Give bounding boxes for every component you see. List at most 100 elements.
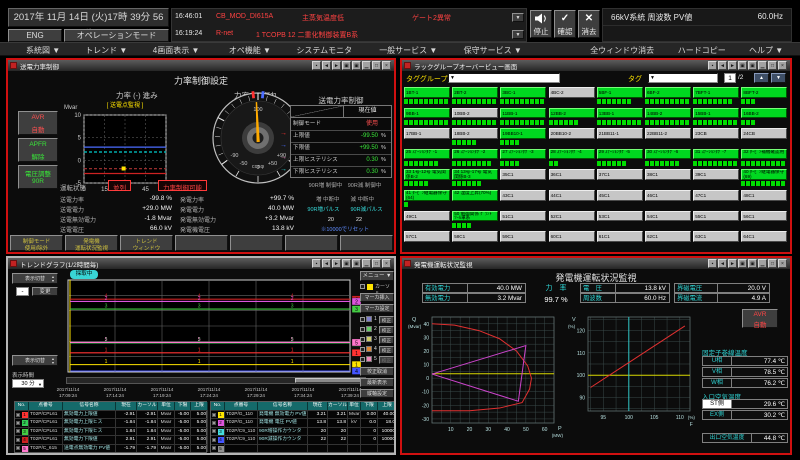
scale-value-field[interactable]: - xyxy=(16,287,29,296)
rack-cell[interactable]: 33 1号-12号 電気関係B-2 xyxy=(404,169,450,180)
rack-cell[interactable]: 56C1 xyxy=(741,211,787,222)
window-close-button[interactable]: × xyxy=(382,61,391,70)
window-titlebar[interactable]: トレンドグラフ(1/2時間毎)▪◄►▣▣▁□× xyxy=(8,258,394,269)
window-forward-button[interactable]: ► xyxy=(728,61,737,70)
rack-cell[interactable]: 37C1 xyxy=(597,169,643,180)
rack-cell[interactable]: 18BB-2 xyxy=(452,128,498,139)
rack-cell[interactable]: 61C1 xyxy=(597,231,643,242)
pf-bottom-button-7[interactable] xyxy=(340,235,393,251)
window-back-button[interactable]: ◄ xyxy=(718,259,727,268)
rack-cell[interactable]: 43C1 xyxy=(500,190,546,201)
menu-item-4[interactable]: オペ機能 ▼ xyxy=(229,45,271,56)
rack-cell[interactable]: 1BT-1 xyxy=(404,87,450,98)
rack-cell[interactable]: 64C1 xyxy=(741,231,787,242)
window-back-button[interactable]: ◄ xyxy=(322,61,331,70)
rack-cell[interactable]: 13BB-1 xyxy=(597,108,643,119)
rack-cell[interactable]: 63C1 xyxy=(693,231,739,242)
rack-cell[interactable]: 35C1 xyxy=(500,169,546,180)
trend-scrollbar-thumb[interactable] xyxy=(295,378,363,383)
pen-calibrate-button[interactable]: 校正 xyxy=(379,326,394,334)
window-maximize-button[interactable]: □ xyxy=(372,259,381,268)
scale-change-button[interactable]: 変更 xyxy=(32,287,58,296)
menu-right-item-0[interactable]: ヘルプ ▼ xyxy=(749,45,783,56)
pen-calibrate-button[interactable]: 校正 xyxy=(379,346,394,354)
pf-bottom-button-5[interactable] xyxy=(230,235,283,251)
pen-row-selector[interactable]: 2 xyxy=(15,418,29,426)
pen-visible-checkbox[interactable] xyxy=(360,327,365,332)
pen-row-selector[interactable]: 5 xyxy=(211,444,225,452)
rack-cell[interactable]: 8BFT-2 xyxy=(741,87,787,98)
pen-row-selector[interactable]: 3 xyxy=(15,427,29,435)
alarm-dropdown-button[interactable]: ▼ xyxy=(512,30,524,39)
menu-item-6[interactable]: 一般サービス ▼ xyxy=(379,45,437,56)
rack-cell[interactable]: 10BB-2 xyxy=(452,108,498,119)
window-titlebar[interactable]: 送電力率制御▪◄►▣▣▁□× xyxy=(8,60,394,71)
window-back-button[interactable]: ◄ xyxy=(322,259,331,268)
rack-cell[interactable]: 22BB11-2 xyxy=(645,128,691,139)
menu-right-item-1[interactable]: ハードコピー xyxy=(678,45,726,56)
rack-cell[interactable]: 6BF-2 xyxy=(645,87,691,98)
rack-cell[interactable]: 3BC-1 xyxy=(500,87,546,98)
rack-cell[interactable]: 41 ﾀｰﾋﾞﾝ継電器保守(64) xyxy=(404,190,450,201)
pf-side-button-3[interactable]: 電圧調整90R xyxy=(18,165,58,189)
rack-cell[interactable]: 5BF-1 xyxy=(597,87,643,98)
window-close-button[interactable]: × xyxy=(778,61,787,70)
trend-menu-button[interactable]: メニュー ▼ xyxy=(360,271,394,281)
rack-cell[interactable]: 12BB-2 xyxy=(549,108,595,119)
trend-chart[interactable]: 111122223333444455551111222234 xyxy=(66,279,366,375)
window-menu-button[interactable]: ▪ xyxy=(312,61,321,70)
pen-calibrate-button[interactable]: 校正 xyxy=(379,336,394,344)
rack-cell[interactable]: 50 制御関係 ｸﾞﾗﾝﾄﾞﾂｰﾙ車系 xyxy=(452,211,498,222)
rack-cell[interactable]: 9BB-1 xyxy=(404,108,450,119)
alarm-dropdown-button[interactable]: ▼ xyxy=(512,13,524,22)
rack-cell[interactable]: 31 ｽﾃｰｼｮﾝﾀｸﾞ-7 xyxy=(693,149,739,160)
pen-calibrate-button[interactable]: 校正 xyxy=(379,316,394,324)
tag-group-dropdown[interactable]: ▼ xyxy=(448,73,560,83)
window-maximize-button[interactable]: □ xyxy=(372,61,381,70)
rack-cell[interactable]: 32 ﾀｰﾋﾞﾝ補機確認用 xyxy=(741,149,787,160)
rack-cell[interactable]: 45C1 xyxy=(597,190,643,201)
rack-cell[interactable]: 15BB-1 xyxy=(693,108,739,119)
pen-row-selector[interactable]: 4 xyxy=(15,435,29,443)
scale-spinner-bottom[interactable]: 表示切替▲ ▼ xyxy=(12,355,58,366)
pen-row-selector[interactable]: 2 xyxy=(211,418,225,426)
rack-cell[interactable]: 34 13号-17号 電気関係B-3 xyxy=(452,169,498,180)
rack-cell[interactable]: 20BB10-2 xyxy=(549,128,595,139)
rack-cell[interactable]: 21BB11-1 xyxy=(597,128,643,139)
pen-checkbox[interactable] xyxy=(212,429,216,433)
rack-cell[interactable]: 58C1 xyxy=(452,231,498,242)
window-tile-button[interactable]: ▣ xyxy=(342,61,351,70)
window-tile2-button[interactable]: ▣ xyxy=(748,61,757,70)
marker-insert-button[interactable]: マーカ挿入 xyxy=(360,293,394,302)
pen-visible-checkbox[interactable] xyxy=(360,347,365,352)
tag-dropdown[interactable]: ▼ xyxy=(648,73,718,83)
window-minimize-button[interactable]: ▁ xyxy=(758,259,767,268)
window-back-button[interactable]: ◄ xyxy=(718,61,727,70)
stop-alarm-button[interactable]: 停止 xyxy=(530,10,552,38)
rack-cell[interactable]: 28 ｽﾃｰｼｮﾝﾀｸﾞ-4 xyxy=(549,149,595,160)
window-menu-button[interactable]: ▪ xyxy=(708,61,717,70)
rack-cell[interactable]: 53C1 xyxy=(597,211,643,222)
menu-item-2[interactable]: トレンド ▼ xyxy=(85,45,127,56)
page-up-button[interactable]: ▲ xyxy=(754,73,769,83)
page-down-button[interactable]: ▼ xyxy=(771,73,786,83)
pen-checkbox[interactable] xyxy=(16,429,20,433)
pf-bottom-button-4[interactable] xyxy=(175,235,228,251)
window-menu-button[interactable]: ▪ xyxy=(312,259,321,268)
rack-cell[interactable]: 51C1 xyxy=(500,211,546,222)
pen-checkbox[interactable] xyxy=(16,446,20,450)
rack-cell[interactable]: 24CB xyxy=(741,128,787,139)
rack-cell[interactable]: 39C1 xyxy=(693,169,739,180)
rack-cell[interactable]: 29 ｽﾃｰｼｮﾝﾀｸﾞ-5 xyxy=(597,149,643,160)
rack-cell[interactable]: 55C1 xyxy=(693,211,739,222)
pen-checkbox[interactable] xyxy=(212,446,216,450)
rack-cell[interactable]: 27 ｽﾃｰｼｮﾝﾀｸﾞ-3 xyxy=(500,149,546,160)
pf-bottom-button-1[interactable]: 制御モード使用/除外 xyxy=(10,235,63,251)
window-tile2-button[interactable]: ▣ xyxy=(352,61,361,70)
pen-checkbox[interactable] xyxy=(212,413,216,417)
window-minimize-button[interactable]: ▁ xyxy=(362,259,371,268)
scale-spinner-top[interactable]: 表示切替▲ ▼ xyxy=(12,273,58,284)
pen-calibrate-button[interactable]: 校正 xyxy=(379,356,394,364)
pf-bottom-button-2[interactable]: 発電機運転状況監視 xyxy=(65,235,118,251)
rack-cell[interactable]: 26 ｽﾃｰｼｮﾝﾀｸﾞ-2 xyxy=(452,149,498,160)
